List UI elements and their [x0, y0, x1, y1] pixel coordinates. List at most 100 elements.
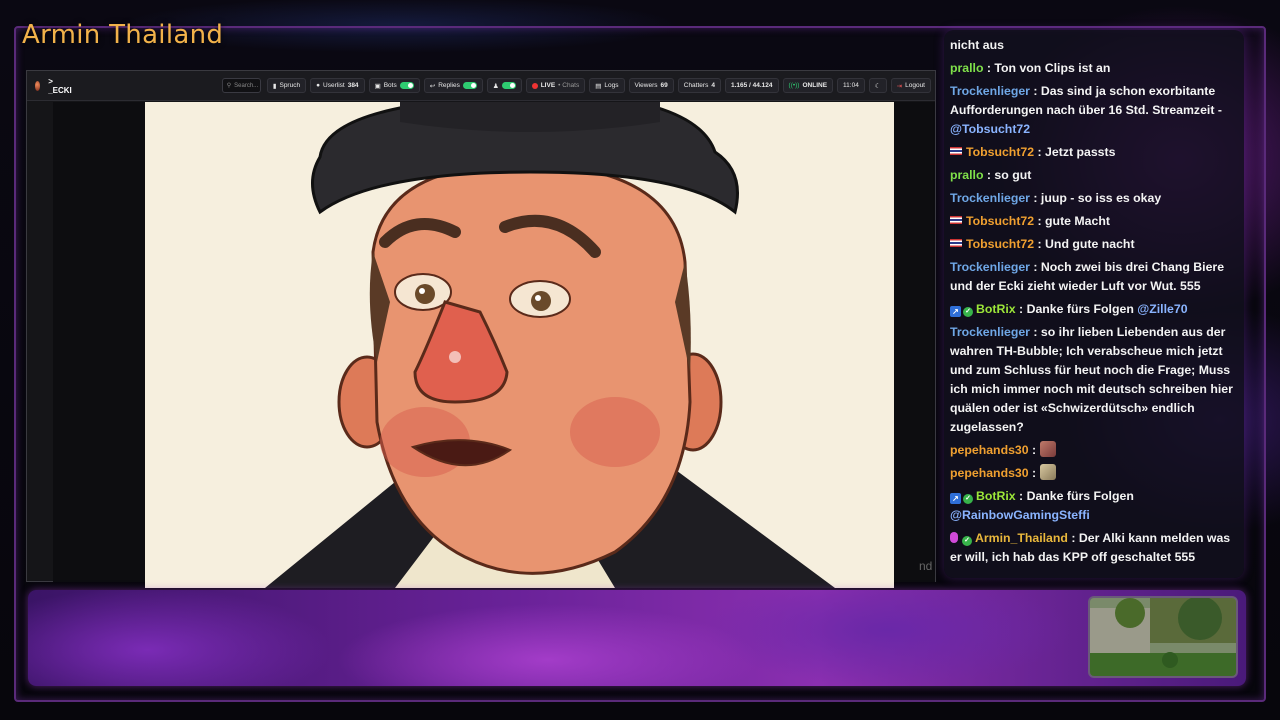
- check-badge-icon: ✓: [962, 536, 972, 546]
- chat-username[interactable]: Tobsucht72: [966, 237, 1034, 251]
- chat-username[interactable]: Tobsucht72: [966, 214, 1034, 228]
- dashboard-brand[interactable]: > _ECKI: [48, 77, 72, 95]
- search-icon: ⚲: [226, 83, 232, 89]
- mention-link[interactable]: @RainbowGamingSteffi: [950, 508, 1090, 522]
- chat-username[interactable]: pepehands30: [950, 443, 1029, 457]
- bots-button[interactable]: ▣ Bots: [368, 78, 420, 93]
- thai-flag-icon: [950, 239, 962, 247]
- bot-icon: ▣: [374, 82, 381, 90]
- replies-button[interactable]: ↩ Replies: [423, 78, 483, 93]
- replies-label: Replies: [438, 82, 460, 89]
- message-text: Jetzt passts: [1045, 145, 1116, 159]
- search-input[interactable]: ⚲ Search...: [221, 78, 261, 93]
- chat-username[interactable]: pepehands30: [950, 466, 1029, 480]
- mic-icon: ♟: [492, 82, 499, 90]
- webcam-feed: [1088, 596, 1238, 678]
- chat-message: pepehands30 :: [950, 464, 1238, 483]
- chat-username[interactable]: BotRix: [976, 489, 1016, 503]
- chat-message: Trockenlieger : so ihr lieben Liebenden …: [950, 325, 1233, 434]
- chat-username[interactable]: BotRix: [976, 302, 1016, 316]
- bot-badge-icon: ↗: [950, 306, 961, 317]
- dashboard-toolbar: > _ECKI ⚲ Search... ▮ Spruch ● Userlist 38…: [27, 71, 935, 101]
- bots-label: Bots: [383, 82, 397, 89]
- emote-icon: [1039, 464, 1056, 480]
- chat-username[interactable]: Trockenlieger: [950, 260, 1030, 274]
- voice-toggle[interactable]: [501, 82, 516, 89]
- quote-icon: ▮: [272, 82, 277, 90]
- bot-badge-icon: ↗: [950, 493, 961, 504]
- chat-message: Tobsucht72 : Jetzt passts: [950, 143, 1238, 162]
- clock: 11:04: [837, 78, 865, 93]
- message-text: nicht aus: [950, 38, 1004, 52]
- ratio-value: 1.165 / 44.124: [730, 82, 773, 89]
- chat-message: Trockenlieger : Das sind ja schon exorbi…: [950, 84, 1222, 136]
- chat-message: ↗ ✓ BotRix : Danke fürs Folgen @RainbowGami…: [950, 489, 1134, 522]
- chat-username[interactable]: Trockenlieger: [950, 325, 1030, 339]
- video-edge-text: nd: [919, 559, 933, 573]
- chat-username[interactable]: prallo: [950, 61, 983, 75]
- chat-username[interactable]: prallo: [950, 168, 983, 182]
- chat-username[interactable]: Trockenlieger: [950, 191, 1030, 205]
- online-status: ((•)) ONLINE: [782, 78, 834, 93]
- cartoon-man-illustration: [265, 102, 835, 588]
- chat-username[interactable]: Trockenlieger: [950, 84, 1030, 98]
- chatters-stat: Chatters 4: [677, 78, 721, 93]
- chat-message: Trockenlieger : juup - so iss es okay: [950, 191, 1162, 205]
- userlist-button[interactable]: ● Userlist 384: [310, 78, 365, 93]
- chat-message: pepehands30 :: [950, 441, 1238, 460]
- dashboard-window: > _ECKI ⚲ Search... ▮ Spruch ● Userlist 38…: [26, 70, 936, 588]
- userlist-label: Userlist: [323, 82, 345, 89]
- spruch-button[interactable]: ▮ Spruch: [266, 78, 307, 93]
- replies-toggle[interactable]: [462, 82, 477, 89]
- user-icon: ●: [316, 82, 321, 89]
- chat-message: Trockenlieger : Noch zwei bis drei Chang…: [950, 260, 1225, 293]
- mic-badge-icon: [950, 532, 958, 543]
- chat-message: Tobsucht72 : gute Macht: [950, 212, 1238, 231]
- chat-message: nicht aus: [950, 36, 1238, 55]
- mention-link[interactable]: @Zille70: [1137, 302, 1187, 316]
- message-text: Und gute nacht: [1045, 237, 1135, 251]
- bots-toggle[interactable]: [399, 82, 414, 89]
- viewers-count: 69: [660, 82, 668, 89]
- online-label: ONLINE: [802, 82, 828, 89]
- chatters-label: Chatters: [683, 82, 709, 89]
- live-chats-button[interactable]: LIVE • Chats: [525, 78, 586, 93]
- live-label: LIVE: [540, 82, 556, 89]
- check-badge-icon: ✓: [963, 494, 973, 504]
- voice-button[interactable]: ♟: [486, 78, 522, 93]
- theme-toggle-button[interactable]: ☾: [868, 78, 887, 93]
- chats-text: Chats: [562, 82, 580, 89]
- viewers-label: Viewers: [634, 82, 658, 89]
- logs-icon: ▤: [595, 82, 602, 90]
- bottom-banner: [28, 590, 1246, 686]
- channel-title: Armin Thailand: [22, 20, 224, 50]
- avatar: [35, 80, 41, 91]
- video-player[interactable]: [53, 102, 935, 588]
- message-text: juup - so iss es okay: [1040, 191, 1162, 205]
- brand-label: _ECKI: [48, 85, 72, 95]
- moon-icon: ☾: [874, 82, 881, 90]
- message-text: Ton von Clips ist an: [994, 61, 1111, 75]
- chats-label: • Chats: [558, 82, 580, 89]
- chat-message: ✓ Armin_Thailand : Der Alki kann melden w…: [950, 531, 1231, 564]
- spruch-label: Spruch: [279, 82, 301, 89]
- thai-flag-icon: [950, 147, 962, 155]
- message-text: so gut: [994, 168, 1032, 182]
- mention-link[interactable]: @Tobsucht72: [950, 122, 1030, 136]
- logout-button[interactable]: ⇥ Logout: [890, 78, 931, 93]
- video-frame-illustration: [145, 102, 894, 588]
- logs-button[interactable]: ▤ Logs: [589, 78, 625, 93]
- message-text: so ihr lieben Liebenden aus der wahren T…: [950, 325, 1233, 434]
- logs-label: Logs: [604, 82, 619, 89]
- chatters-count: 4: [711, 82, 715, 89]
- emote-icon: [1039, 441, 1056, 457]
- search-placeholder: Search...: [234, 82, 259, 89]
- chat-username[interactable]: Armin_Thailand: [975, 531, 1068, 545]
- chat-message: Tobsucht72 : Und gute nacht: [950, 235, 1238, 254]
- chat-username[interactable]: Tobsucht72: [966, 145, 1034, 159]
- live-dot-icon: [531, 82, 538, 89]
- chat-message: ↗ ✓ BotRix : Danke fürs Folgen @Zille70: [950, 300, 1238, 319]
- reply-icon: ↩: [429, 82, 436, 90]
- message-text: gute Macht: [1045, 214, 1110, 228]
- viewers-stat: Viewers 69: [628, 78, 674, 93]
